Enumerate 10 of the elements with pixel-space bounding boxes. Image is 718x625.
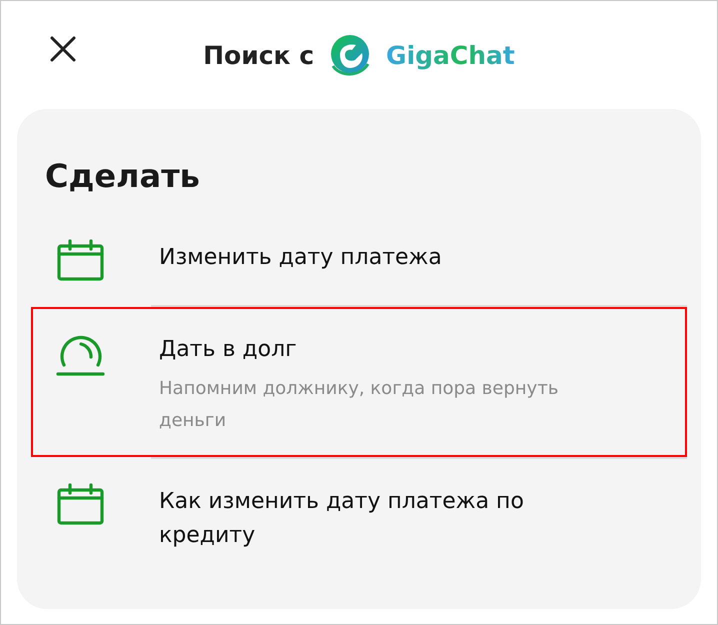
action-title: Изменить дату платежа <box>159 244 442 272</box>
action-title: Как изменить дату платежа по кредиту <box>159 488 525 550</box>
action-item[interactable]: Изменить дату платежа <box>31 215 687 305</box>
action-title: Дать в долг <box>159 336 298 364</box>
action-subtitle: Напомним должнику, когда пора вернуть деньги <box>159 377 560 433</box>
action-item[interactable]: Как изменить дату платежа по кредиту <box>31 459 687 573</box>
action-item[interactable]: Дать в долг Напомним должнику, когда пора вернуть деньги <box>31 307 687 457</box>
section-title: Сделать <box>45 157 201 195</box>
close-icon <box>50 36 76 62</box>
header-title: Поиск с <box>203 40 314 70</box>
